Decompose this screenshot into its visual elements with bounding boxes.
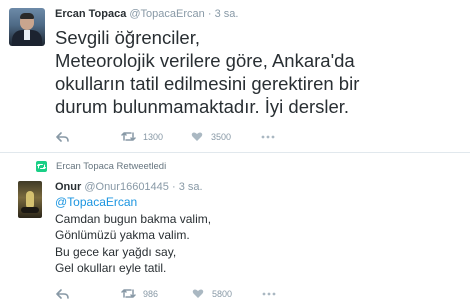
separator-dot: · bbox=[207, 8, 212, 20]
reply-icon bbox=[56, 288, 69, 299]
retweet-count: 1300 bbox=[143, 131, 164, 142]
retweet-icon bbox=[121, 132, 136, 141]
like-count: 5800 bbox=[212, 288, 233, 299]
more-button[interactable] bbox=[261, 135, 275, 139]
author-name[interactable]: Onur bbox=[55, 181, 81, 193]
tweet-header: Ercan Topaca @TopacaErcan · 3 sa. bbox=[55, 8, 238, 20]
tweet-text-line: Meteorolojik verilere göre, Ankara'da bbox=[55, 50, 355, 71]
author-handle[interactable]: @Onur16601445 bbox=[84, 181, 169, 193]
tweet-text: Sevgili öğrenciler, Meteorolojik veriler… bbox=[55, 26, 460, 118]
tweet-text-line: Sevgili öğrenciler, bbox=[55, 27, 200, 48]
more-icon bbox=[262, 292, 276, 295]
like-button[interactable]: 5800 bbox=[192, 288, 232, 299]
reply-button[interactable] bbox=[56, 288, 69, 299]
retweet-context-label: Ercan Topaca Retweetledi bbox=[56, 161, 167, 172]
mention-link[interactable]: @TopacaErcan bbox=[55, 194, 211, 211]
tweet-actions: 1300 3500 bbox=[56, 131, 275, 142]
tweet-timestamp[interactable]: 3 sa. bbox=[215, 8, 239, 20]
tweet-text-line: Gel okulları eyle tatil. bbox=[55, 261, 167, 275]
tweet-text: @TopacaErcan Camdan bugun bakma valim, G… bbox=[55, 194, 211, 277]
more-icon bbox=[261, 135, 275, 138]
avatar-onur[interactable] bbox=[18, 181, 42, 218]
tweet-actions: 986 5800 bbox=[56, 288, 276, 299]
heart-icon bbox=[192, 289, 204, 298]
retweet-count: 986 bbox=[143, 288, 159, 299]
like-button[interactable]: 3500 bbox=[191, 131, 231, 142]
retweet-icon bbox=[121, 289, 136, 298]
tweet-text-line: Bu gece kar yağdı say, bbox=[55, 244, 177, 259]
tweet-text-line: durum bulunmamaktadır. İyi dersler. bbox=[55, 96, 350, 117]
retweet-button[interactable]: 1300 bbox=[121, 131, 163, 142]
tweet-header: Onur @Onur16601445 · 3 sa. bbox=[55, 181, 203, 193]
tweet-timestamp[interactable]: 3 sa. bbox=[179, 181, 203, 193]
retweet-button[interactable]: 986 bbox=[121, 288, 158, 299]
like-count: 3500 bbox=[211, 131, 232, 142]
reply-button[interactable] bbox=[56, 131, 69, 142]
tweet-text-line: Camdan bugun bakma valim, bbox=[55, 211, 212, 226]
author-handle[interactable]: @TopacaErcan bbox=[129, 8, 204, 20]
avatar-ercan-topaca[interactable] bbox=[9, 8, 45, 46]
separator-dot: · bbox=[171, 181, 176, 193]
tweet-text-line: okulların tatil edilmesini gerektiren bi… bbox=[55, 73, 360, 94]
tweet-ercan-topaca[interactable]: Ercan Topaca @TopacaErcan · 3 sa. Sevgil… bbox=[0, 0, 470, 153]
more-button[interactable] bbox=[262, 292, 276, 296]
heart-icon bbox=[191, 132, 203, 141]
retweet-badge-icon bbox=[36, 161, 47, 172]
retweet-context[interactable]: Ercan Topaca Retweetledi bbox=[36, 161, 166, 172]
reply-icon bbox=[56, 131, 69, 142]
author-name[interactable]: Ercan Topaca bbox=[55, 8, 126, 20]
tweet-text-line: Gönlümüzü yakma valim. bbox=[55, 228, 190, 242]
